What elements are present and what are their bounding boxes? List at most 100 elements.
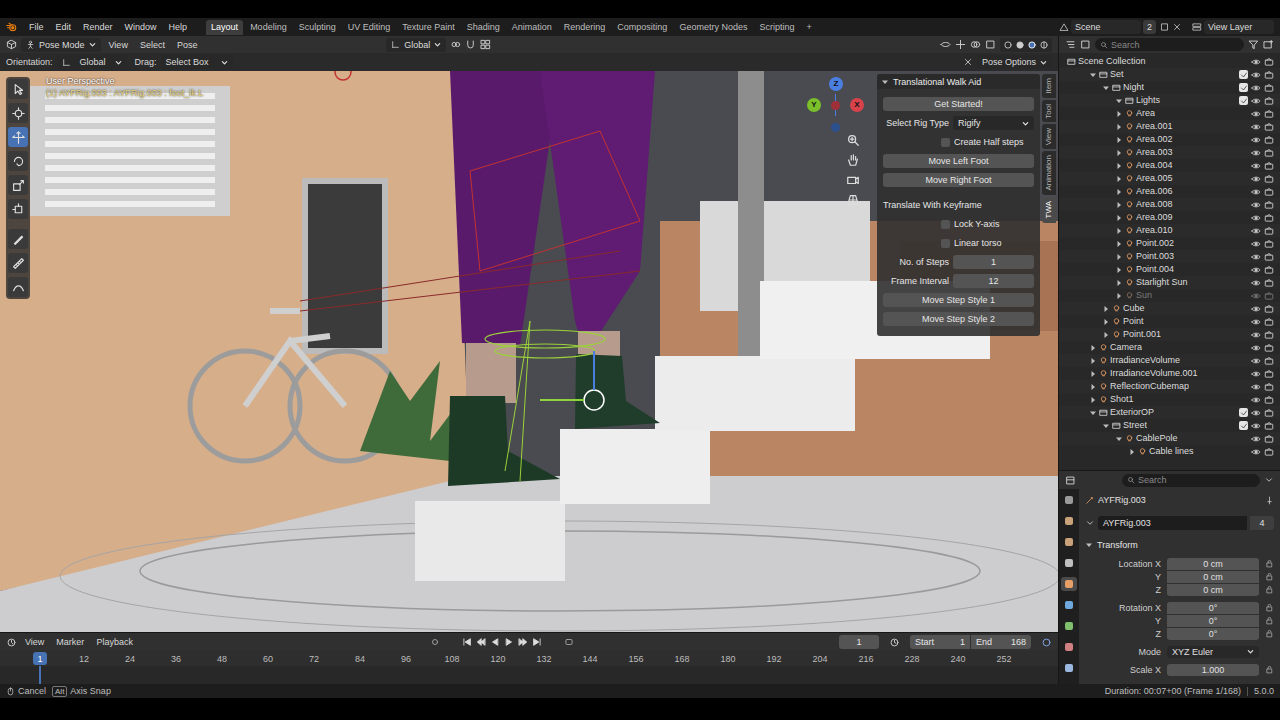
expanded-arrow-icon[interactable] <box>1089 71 1097 79</box>
property-field[interactable]: 0° <box>1167 628 1259 640</box>
tool-button[interactable] <box>8 103 28 123</box>
shading-modes[interactable] <box>1000 38 1052 52</box>
navigation-gizmo[interactable]: ZYX <box>800 75 870 137</box>
previous-keyframe-icon[interactable] <box>476 637 486 647</box>
lock-icon[interactable] <box>1265 603 1274 612</box>
outliner-row[interactable]: Point.002 <box>1059 237 1280 250</box>
lock-icon[interactable] <box>1265 572 1274 581</box>
workspace-tab[interactable]: Texture Paint <box>397 20 460 35</box>
outliner-row[interactable]: Point.003 <box>1059 250 1280 263</box>
workspace-tab[interactable]: Scripting <box>754 20 799 35</box>
tool-button[interactable] <box>8 175 28 195</box>
transform-orientation-dropdown[interactable]: Global <box>386 38 446 52</box>
workspace-tab[interactable]: Animation <box>507 20 557 35</box>
property-field[interactable]: 0° <box>1167 602 1259 614</box>
outliner-row[interactable]: Area.006 <box>1059 185 1280 198</box>
playhead[interactable]: 1 <box>33 652 47 665</box>
outliner-row[interactable]: Sun <box>1059 289 1280 302</box>
sidebar-tab[interactable]: View <box>1042 124 1056 149</box>
tool-button[interactable] <box>8 127 28 147</box>
expanded-arrow-icon[interactable] <box>1102 422 1110 430</box>
property-field[interactable]: 0° <box>1167 615 1259 627</box>
loop-icon[interactable] <box>564 637 574 647</box>
rig-type-dropdown[interactable]: Rigify <box>953 116 1034 130</box>
render-camera-icon[interactable] <box>1264 369 1274 379</box>
eye-icon[interactable] <box>1251 291 1261 301</box>
eye-icon[interactable] <box>1251 395 1261 405</box>
number-field[interactable]: 12 <box>953 274 1034 288</box>
render-camera-icon[interactable] <box>1264 291 1274 301</box>
outliner-row[interactable]: Shot1 <box>1059 393 1280 406</box>
collapsed-arrow-icon[interactable] <box>1115 253 1123 261</box>
outliner-row[interactable]: Area.008 <box>1059 198 1280 211</box>
collection-checkbox[interactable] <box>1239 408 1248 417</box>
outliner-row[interactable]: Point.001 <box>1059 328 1280 341</box>
eye-icon[interactable] <box>1251 161 1261 171</box>
properties-tab[interactable] <box>1061 619 1077 633</box>
eye-icon[interactable] <box>1251 369 1261 379</box>
render-camera-icon[interactable] <box>1264 213 1274 223</box>
play-icon[interactable] <box>504 637 514 647</box>
panel-checkbox[interactable]: Create Half steps <box>883 135 1034 149</box>
sidebar-tab[interactable]: Tool <box>1042 100 1056 123</box>
collapsed-arrow-icon[interactable] <box>1089 370 1097 378</box>
collection-checkbox[interactable] <box>1239 421 1248 430</box>
next-keyframe-icon[interactable] <box>518 637 528 647</box>
panel-checkbox[interactable]: Linear torso <box>883 236 1034 250</box>
lock-icon[interactable] <box>1265 559 1274 568</box>
tool-button[interactable] <box>8 277 28 297</box>
render-camera-icon[interactable] <box>1264 330 1274 340</box>
eye-icon[interactable] <box>1251 330 1261 340</box>
eye-icon[interactable] <box>1251 239 1261 249</box>
collapsed-arrow-icon[interactable] <box>1115 279 1123 287</box>
lock-icon[interactable] <box>1265 585 1274 594</box>
property-field[interactable]: 0 cm <box>1167 558 1259 570</box>
properties-tab[interactable] <box>1061 640 1077 654</box>
timeline-editor-icon[interactable] <box>6 637 17 648</box>
camera-view-icon[interactable] <box>846 173 860 187</box>
properties-tab[interactable] <box>1061 577 1077 591</box>
tool-button[interactable] <box>8 229 28 249</box>
expanded-arrow-icon[interactable] <box>1115 97 1123 105</box>
collapsed-arrow-icon[interactable] <box>1115 188 1123 196</box>
collapsed-arrow-icon[interactable] <box>1102 305 1110 313</box>
collapsed-arrow-icon[interactable] <box>1115 214 1123 222</box>
pin-icon[interactable] <box>1265 496 1274 505</box>
collapsed-arrow-icon[interactable] <box>1115 136 1123 144</box>
outliner-row[interactable]: Area.010 <box>1059 224 1280 237</box>
timeline-menu[interactable]: Marker <box>52 636 88 648</box>
collapsed-arrow-icon[interactable] <box>1115 123 1123 131</box>
eye-icon[interactable] <box>1251 382 1261 392</box>
overlay-icon[interactable] <box>970 39 981 50</box>
add-workspace-button[interactable]: + <box>801 21 816 33</box>
mirror-icon[interactable] <box>963 57 973 67</box>
outliner-row[interactable]: Area.001 <box>1059 120 1280 133</box>
eye-icon[interactable] <box>1251 135 1261 145</box>
properties-tab[interactable] <box>1061 535 1077 549</box>
render-camera-icon[interactable] <box>1264 447 1274 457</box>
eye-icon[interactable] <box>1251 317 1261 327</box>
menu-item[interactable]: Render <box>78 21 118 33</box>
gizmo-toggle-icon[interactable] <box>955 39 966 50</box>
workspace-tab[interactable]: Geometry Nodes <box>674 20 752 35</box>
panel-header[interactable]: Translational Walk Aid <box>877 74 1040 89</box>
timeline-menu[interactable]: Playback <box>92 636 137 648</box>
collapsed-arrow-icon[interactable] <box>1115 162 1123 170</box>
menu-item[interactable]: Window <box>120 21 162 33</box>
properties-tab[interactable] <box>1061 493 1077 507</box>
outliner-row[interactable]: ReflectionCubemap <box>1059 380 1280 393</box>
workspace-tab[interactable]: Sculpting <box>294 20 341 35</box>
eye-icon[interactable] <box>1251 187 1261 197</box>
collection-checkbox[interactable] <box>1239 83 1248 92</box>
scene-field[interactable]: Scene <box>1071 20 1141 34</box>
eye-icon[interactable] <box>1251 356 1261 366</box>
outliner-row[interactable]: Area.009 <box>1059 211 1280 224</box>
viewport-menu[interactable]: Pose <box>173 39 202 51</box>
axis-negative-x[interactable] <box>831 101 840 110</box>
render-camera-icon[interactable] <box>1264 226 1274 236</box>
outliner-row[interactable]: ExteriorOP <box>1059 406 1280 419</box>
view-layer-field[interactable]: View Layer <box>1204 20 1274 34</box>
timeline-menu[interactable]: View <box>21 636 48 648</box>
zoom-icon[interactable] <box>846 133 860 147</box>
outliner-row[interactable]: Cube <box>1059 302 1280 315</box>
